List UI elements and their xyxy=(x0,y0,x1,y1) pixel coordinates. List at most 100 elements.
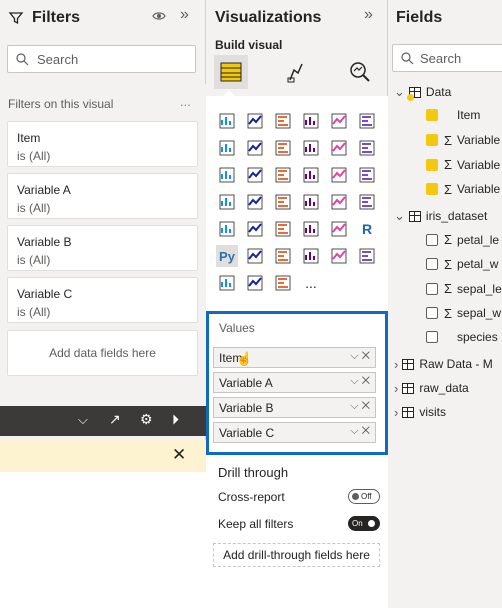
chevron-right-icon[interactable]: › xyxy=(394,357,398,372)
field-checkbox[interactable] xyxy=(426,158,438,171)
multi-row-card-visual-icon[interactable] xyxy=(216,218,238,240)
gauge-visual-icon[interactable] xyxy=(328,191,350,213)
build-visual-tab[interactable] xyxy=(214,55,248,89)
slicer-visual-icon[interactable] xyxy=(272,218,294,240)
stacked-bar-visual-icon[interactable] xyxy=(216,110,238,132)
field-checkbox[interactable] xyxy=(426,282,438,295)
analytics-tab[interactable] xyxy=(348,60,372,89)
chevron-right-icon[interactable]: › xyxy=(394,405,398,420)
table-data[interactable]: ⌄ Data xyxy=(394,84,451,101)
power-automate-visual-icon[interactable] xyxy=(244,272,266,294)
stacked-area-visual-icon[interactable] xyxy=(272,137,294,159)
field-item[interactable]: Σ Variable xyxy=(426,182,500,197)
field-item[interactable]: Σsepal_w xyxy=(426,306,501,321)
table-raw-data-m[interactable]: › Raw Data - M xyxy=(394,357,493,372)
fields-search-input[interactable]: Search xyxy=(392,44,502,72)
get-more-visual-icon[interactable] xyxy=(272,272,294,294)
filter-card-variable-a[interactable]: Variable A is (All) xyxy=(7,173,198,219)
field-item[interactable]: Item xyxy=(426,108,480,122)
power-apps-visual-icon[interactable] xyxy=(216,272,238,294)
eye-icon[interactable] xyxy=(152,9,166,26)
add-drill-through-well[interactable]: Add drill-through fields here xyxy=(213,543,380,567)
chevron-down-icon[interactable]: ⌄ xyxy=(394,84,405,100)
chevron-right-icon[interactable]: › xyxy=(394,381,398,396)
line-column-visual-icon[interactable] xyxy=(300,137,322,159)
field-item[interactable]: Σsepal_le xyxy=(426,281,502,296)
azure-map-visual-icon[interactable] xyxy=(300,191,322,213)
line-visual-icon[interactable] xyxy=(216,137,238,159)
value-field-tools[interactable]: ⌵ ✕ xyxy=(350,350,370,363)
field-item[interactable]: Σ Variable xyxy=(426,133,500,148)
field-checkbox[interactable] xyxy=(426,183,438,195)
qa-visual-icon[interactable] xyxy=(300,245,322,267)
ribbon-visual-icon[interactable] xyxy=(356,137,378,159)
field-item[interactable]: Σpetal_w xyxy=(426,257,498,272)
pie-visual-icon[interactable] xyxy=(300,164,322,186)
clustered-column-visual-icon[interactable] xyxy=(300,110,322,132)
values-well-variable-a[interactable]: Variable A ⌵ ✕ xyxy=(213,372,376,393)
matrix-visual-icon[interactable] xyxy=(328,218,350,240)
map-visual-icon[interactable] xyxy=(216,191,238,213)
table-raw-data[interactable]: › raw_data xyxy=(394,381,469,396)
card-visual-icon[interactable] xyxy=(356,191,378,213)
gear-icon[interactable]: ⚙ xyxy=(140,411,153,428)
field-checkbox[interactable] xyxy=(426,134,438,146)
sigma-icon: Σ xyxy=(444,305,453,321)
100-bar-visual-icon[interactable] xyxy=(328,110,350,132)
filter-card-state: is (All) xyxy=(17,305,51,319)
add-filter-fields-well[interactable]: Add data fields here xyxy=(7,330,198,376)
treemap-visual-icon[interactable] xyxy=(356,164,378,186)
keep-all-filters-toggle[interactable]: On xyxy=(348,516,380,531)
filled-map-visual-icon[interactable] xyxy=(244,191,266,213)
values-well-variable-b[interactable]: Variable B ⌵ ✕ xyxy=(213,397,376,418)
field-checkbox[interactable] xyxy=(426,258,438,270)
key-influencers-visual-icon[interactable] xyxy=(244,245,266,267)
decomposition-tree-visual-icon[interactable] xyxy=(272,245,294,267)
field-item[interactable]: Σpetal_le xyxy=(426,232,499,247)
format-visual-tab[interactable] xyxy=(284,60,308,89)
cross-report-toggle[interactable]: Off xyxy=(348,489,380,504)
expand-arrow-icon[interactable]: ↗ xyxy=(109,411,121,428)
field-checkbox[interactable] xyxy=(426,233,438,246)
shape-map-visual-icon[interactable] xyxy=(272,191,294,213)
filter-card-variable-c[interactable]: Variable C is (All) xyxy=(7,277,198,323)
close-icon[interactable]: ✕ xyxy=(172,445,186,465)
collapse-filters-icon[interactable]: » xyxy=(180,6,189,24)
values-well-variable-c[interactable]: Variable C ⌵ ✕ xyxy=(213,422,376,443)
line-clustered-visual-icon[interactable] xyxy=(328,137,350,159)
values-well-item[interactable]: Item ☝ ⌵ ✕ xyxy=(213,347,376,368)
smart-narrative-visual-icon[interactable] xyxy=(328,245,350,267)
table-visits[interactable]: › visits xyxy=(394,405,446,420)
table-iris-dataset[interactable]: ⌄ iris_dataset xyxy=(394,208,487,224)
value-field-tools[interactable]: ⌵ ✕ xyxy=(350,375,370,388)
r-visual-visual-icon[interactable]: R xyxy=(356,218,378,240)
collapse-visualizations-icon[interactable]: » xyxy=(364,6,373,24)
kpi-visual-icon[interactable] xyxy=(244,218,266,240)
scatter-visual-icon[interactable] xyxy=(272,164,294,186)
filters-search-input[interactable]: Search xyxy=(7,45,196,73)
clustered-bar-visual-icon[interactable] xyxy=(272,110,294,132)
table-visual-icon[interactable] xyxy=(300,218,322,240)
field-item[interactable]: Σ Variable xyxy=(426,157,500,172)
filters-more-options[interactable]: ... xyxy=(180,94,191,109)
play-icon[interactable]: ⏵ xyxy=(172,411,179,428)
stacked-column-visual-icon[interactable] xyxy=(244,110,266,132)
field-checkbox[interactable] xyxy=(426,307,438,319)
donut-visual-icon[interactable] xyxy=(328,164,350,186)
funnel-visual-icon[interactable] xyxy=(244,164,266,186)
area-visual-icon[interactable] xyxy=(244,137,266,159)
filter-card-item[interactable]: Item is (All) xyxy=(7,121,198,167)
waterfall-visual-icon[interactable] xyxy=(216,164,238,186)
filter-card-variable-b[interactable]: Variable B is (All) xyxy=(7,225,198,271)
field-item[interactable]: species xyxy=(426,330,498,344)
value-field-tools[interactable]: ⌵ ✕ xyxy=(350,425,370,438)
chevron-down-icon[interactable]: ⌄ xyxy=(394,208,405,224)
more-visual-icon[interactable]: ... xyxy=(300,272,322,294)
paginated-visual-icon[interactable] xyxy=(356,245,378,267)
100-column-visual-icon[interactable] xyxy=(356,110,378,132)
python-visual-visual-icon[interactable]: Py xyxy=(216,245,238,267)
value-field-tools[interactable]: ⌵ ✕ xyxy=(350,400,370,413)
chevron-down-icon[interactable]: ⌵ xyxy=(78,412,88,428)
field-checkbox[interactable] xyxy=(426,331,438,343)
field-checkbox[interactable] xyxy=(426,109,438,121)
